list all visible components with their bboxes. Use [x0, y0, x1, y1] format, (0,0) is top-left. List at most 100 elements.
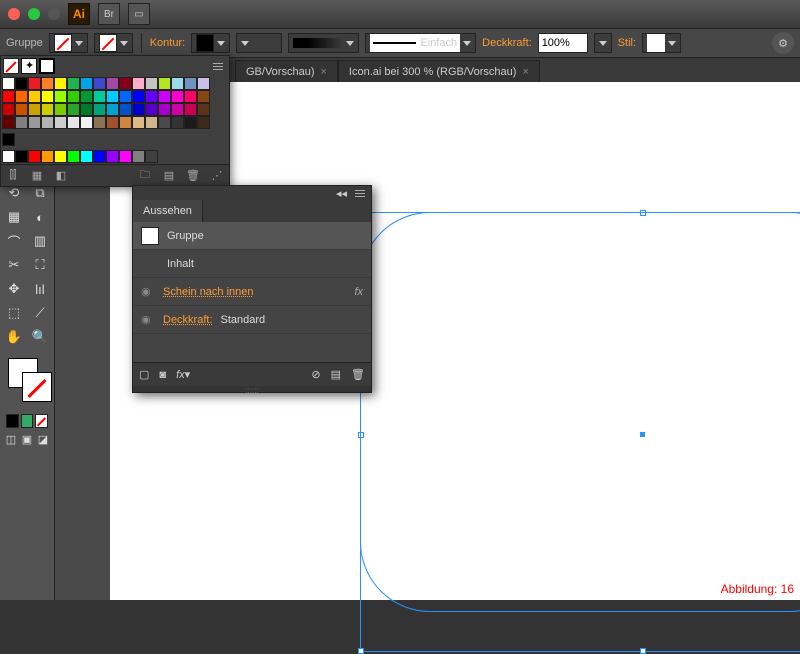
resize-grip-icon[interactable]: :::::: — [133, 386, 371, 392]
tab-close-icon[interactable]: × — [320, 66, 326, 78]
swatch-libraries-icon[interactable]: ⫿⫿ — [5, 168, 21, 184]
color-swatch[interactable] — [119, 150, 132, 163]
color-swatch[interactable] — [106, 90, 119, 103]
color-swatch[interactable] — [93, 150, 106, 163]
color-swatch[interactable] — [145, 116, 158, 129]
color-swatch[interactable] — [171, 116, 184, 129]
color-swatch[interactable] — [197, 116, 210, 129]
color-swatch[interactable] — [28, 90, 41, 103]
color-swatch[interactable] — [67, 103, 80, 116]
appearance-item-group[interactable]: Gruppe — [133, 222, 371, 250]
color-swatch[interactable] — [2, 150, 15, 163]
color-swatch[interactable] — [54, 150, 67, 163]
maximize-window-btn[interactable] — [48, 8, 60, 20]
color-swatch[interactable] — [67, 116, 80, 129]
graphic-style-dropdown[interactable] — [642, 33, 681, 53]
color-swatch[interactable] — [145, 150, 158, 163]
none-swatch[interactable] — [3, 58, 19, 74]
gradient-mode-icon[interactable] — [21, 414, 34, 428]
swatch-kind-icon[interactable]: ▦ — [29, 168, 45, 184]
tool-button[interactable]: lıl — [28, 278, 52, 300]
tool-button[interactable]: ⟋ — [28, 302, 52, 324]
color-swatch[interactable] — [67, 90, 80, 103]
close-window-btn[interactable] — [8, 8, 20, 20]
visibility-icon[interactable]: ◉ — [141, 285, 155, 298]
varwidth-dropdown[interactable] — [288, 33, 359, 53]
color-swatch[interactable] — [132, 103, 145, 116]
color-swatch[interactable] — [54, 77, 67, 90]
color-swatch[interactable] — [197, 103, 210, 116]
color-swatch[interactable] — [28, 77, 41, 90]
color-swatch[interactable] — [145, 77, 158, 90]
fx-icon[interactable]: fx — [354, 286, 363, 298]
arrange-documents-icon[interactable]: ▭ — [128, 3, 150, 25]
color-swatch[interactable] — [93, 116, 106, 129]
tool-button[interactable]: ⌒ — [2, 230, 26, 252]
new-fill-icon[interactable]: ◙ — [159, 369, 166, 381]
resize-grip-icon[interactable]: ⋰ — [209, 168, 225, 184]
color-swatch[interactable] — [158, 77, 171, 90]
color-swatch[interactable] — [106, 77, 119, 90]
tool-button[interactable]: ✂ — [2, 254, 26, 276]
color-swatch[interactable] — [54, 90, 67, 103]
color-swatch[interactable] — [67, 77, 80, 90]
tool-button[interactable]: ◐ — [28, 206, 52, 228]
appearance-item-opacity[interactable]: ◉ Deckkraft: Standard — [133, 306, 371, 334]
color-swatch[interactable] — [80, 90, 93, 103]
color-swatch[interactable] — [184, 103, 197, 116]
appearance-item-content[interactable]: Inhalt — [133, 250, 371, 278]
panel-options-icon[interactable]: ⚙ — [772, 32, 794, 54]
rounded-rect-path[interactable] — [360, 212, 800, 612]
panel-menu-icon[interactable] — [211, 63, 225, 70]
color-swatch[interactable] — [184, 90, 197, 103]
color-swatch[interactable] — [158, 116, 171, 129]
delete-swatch-icon[interactable]: 🗑 — [185, 168, 201, 184]
selection-handle[interactable] — [640, 648, 646, 654]
tool-button[interactable]: ⬚ — [2, 302, 26, 324]
color-swatch[interactable] — [145, 103, 158, 116]
tool-button[interactable]: ▦ — [2, 206, 26, 228]
white-black-swatch[interactable] — [39, 58, 55, 74]
appearance-tab[interactable]: Aussehen — [133, 200, 203, 222]
color-swatch[interactable] — [158, 90, 171, 103]
color-swatch[interactable] — [171, 90, 184, 103]
color-swatch[interactable] — [80, 77, 93, 90]
opacity-link[interactable]: Deckkraft: — [163, 314, 213, 326]
color-swatch[interactable] — [41, 116, 54, 129]
color-swatch[interactable] — [119, 103, 132, 116]
color-swatch[interactable] — [67, 150, 80, 163]
color-swatch[interactable] — [28, 103, 41, 116]
opacity-input[interactable]: 100% — [538, 33, 588, 53]
stroke-box[interactable] — [22, 372, 52, 402]
tab-close-icon[interactable]: × — [522, 66, 528, 78]
color-swatch[interactable] — [197, 77, 210, 90]
screen-mode-icon[interactable]: ◪ — [36, 432, 50, 446]
color-swatch[interactable] — [15, 150, 28, 163]
color-swatch[interactable] — [145, 90, 158, 103]
color-swatch[interactable] — [15, 103, 28, 116]
stroke-swatch-dropdown[interactable] — [94, 33, 133, 53]
new-group-icon[interactable]: 🗀 — [137, 168, 153, 184]
new-stroke-icon[interactable]: ▢ — [139, 368, 149, 381]
color-swatch[interactable] — [2, 90, 15, 103]
color-swatch[interactable] — [132, 77, 145, 90]
color-swatch[interactable] — [119, 77, 132, 90]
color-swatch[interactable] — [54, 103, 67, 116]
selection-handle[interactable] — [358, 648, 364, 654]
color-swatch[interactable] — [54, 116, 67, 129]
color-swatch[interactable] — [119, 116, 132, 129]
color-swatch[interactable] — [106, 150, 119, 163]
color-swatch[interactable] — [15, 90, 28, 103]
bridge-icon[interactable]: Br — [98, 3, 120, 25]
document-tab[interactable]: GB/Vorschau)× — [235, 60, 338, 82]
tool-button[interactable]: ⛶ — [28, 254, 52, 276]
color-swatch[interactable] — [132, 90, 145, 103]
color-swatch[interactable] — [41, 150, 54, 163]
document-tab[interactable]: Icon.ai bei 300 % (RGB/Vorschau)× — [338, 60, 540, 82]
fill-dropdown[interactable] — [49, 33, 88, 53]
delete-icon[interactable]: 🗑 — [351, 368, 365, 381]
color-swatch[interactable] — [197, 90, 210, 103]
new-swatch-icon[interactable]: ▤ — [161, 168, 177, 184]
fill-stroke-control[interactable] — [6, 356, 48, 404]
color-swatch[interactable] — [15, 77, 28, 90]
